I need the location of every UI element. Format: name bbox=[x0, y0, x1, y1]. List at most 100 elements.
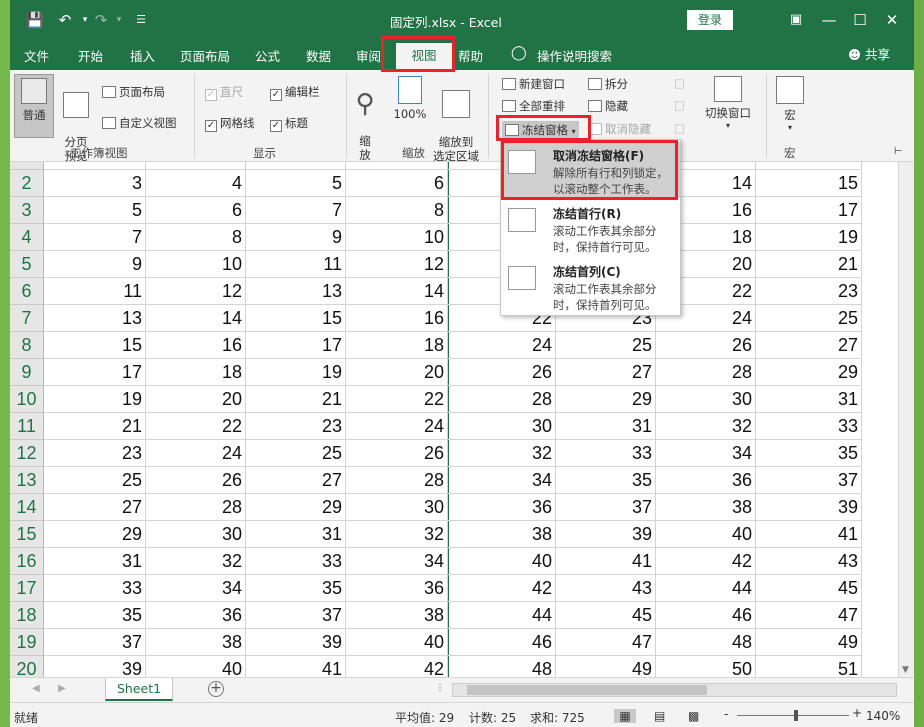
maximize-icon[interactable]: ☐ bbox=[846, 6, 874, 34]
grid-cell[interactable]: 33 bbox=[44, 575, 146, 602]
normal-view-status-icon[interactable]: ▦ bbox=[614, 709, 636, 723]
grid-cell[interactable]: 20 bbox=[146, 386, 246, 413]
grid-cell[interactable]: 13 bbox=[44, 305, 146, 332]
new-window-button[interactable]: 新建窗口 bbox=[502, 76, 565, 92]
page-layout-status-icon[interactable]: ▤ bbox=[654, 709, 665, 723]
split-button[interactable]: 拆分 bbox=[588, 76, 628, 92]
scroll-down-icon[interactable]: ▼ bbox=[902, 665, 909, 675]
grid-cell[interactable]: 43 bbox=[756, 548, 862, 575]
grid-cell[interactable]: 19 bbox=[756, 224, 862, 251]
grid-cell[interactable]: 46 bbox=[656, 602, 756, 629]
grid-cell[interactable]: 35 bbox=[556, 467, 656, 494]
grid-cell[interactable]: 49 bbox=[756, 629, 862, 656]
ribbon-display-icon[interactable]: ▣ bbox=[782, 6, 810, 34]
grid-cell[interactable]: 24 bbox=[448, 332, 556, 359]
grid-cell[interactable]: 34 bbox=[146, 575, 246, 602]
grid-cell[interactable]: 9 bbox=[44, 251, 146, 278]
scroll-right-icon[interactable]: ▶ bbox=[58, 683, 66, 694]
grid-cell[interactable]: 34 bbox=[656, 440, 756, 467]
zoom-slider-thumb[interactable] bbox=[794, 710, 798, 721]
grid-cell[interactable]: 46 bbox=[448, 629, 556, 656]
customize-qat-icon[interactable]: ☰ bbox=[130, 9, 152, 31]
grid-cell[interactable]: 16 bbox=[146, 332, 246, 359]
grid-cell[interactable]: 23 bbox=[44, 440, 146, 467]
grid-cell[interactable]: 19 bbox=[246, 359, 346, 386]
grid-cell[interactable]: 36 bbox=[656, 467, 756, 494]
grid-cell[interactable]: 29 bbox=[246, 494, 346, 521]
grid-cell[interactable]: 23 bbox=[756, 278, 862, 305]
macros-button[interactable]: 宏 ▾ bbox=[772, 76, 808, 132]
grid-cell[interactable]: 8 bbox=[146, 224, 246, 251]
grid-cell[interactable]: 34 bbox=[448, 467, 556, 494]
zoom-out-button[interactable]: - bbox=[724, 707, 728, 721]
grid-cell[interactable]: 9 bbox=[246, 224, 346, 251]
grid-cell[interactable]: 35 bbox=[756, 440, 862, 467]
grid-cell[interactable]: 34 bbox=[346, 548, 448, 575]
menu-item-freeze-first-column[interactable]: 冻结首列(C) 滚动工作表其余部分时，保持首列可见。 bbox=[501, 258, 680, 314]
grid-cell[interactable]: 19 bbox=[44, 386, 146, 413]
grid-cell[interactable]: 27 bbox=[756, 332, 862, 359]
grid-cell[interactable]: 30 bbox=[448, 413, 556, 440]
grid-cell[interactable]: 47 bbox=[556, 629, 656, 656]
close-icon[interactable]: ✕ bbox=[878, 6, 906, 34]
grid-cell[interactable]: 28 bbox=[346, 467, 448, 494]
hide-button[interactable]: 隐藏 bbox=[588, 98, 628, 114]
grid-cell[interactable]: 13 bbox=[756, 162, 862, 170]
grid-cell[interactable]: 23 bbox=[246, 413, 346, 440]
row-header[interactable]: 8 bbox=[10, 332, 44, 359]
synchronous-scrolling-icon[interactable]: □ bbox=[674, 98, 685, 112]
grid-cell[interactable]: 35 bbox=[246, 575, 346, 602]
tab-insert[interactable]: 插入 bbox=[130, 46, 155, 65]
grid-cell[interactable]: 40 bbox=[146, 656, 246, 677]
grid-cell[interactable]: 15 bbox=[246, 305, 346, 332]
grid-cell[interactable]: 28 bbox=[146, 494, 246, 521]
tab-review[interactable]: 审阅 bbox=[356, 46, 381, 65]
grid-cell[interactable]: 17 bbox=[756, 197, 862, 224]
grid-cell[interactable]: 28 bbox=[448, 386, 556, 413]
horizontal-scroll-thumb[interactable] bbox=[467, 685, 707, 695]
grid-cell[interactable]: 32 bbox=[656, 413, 756, 440]
grid-cell[interactable]: 27 bbox=[246, 467, 346, 494]
grid-cell[interactable]: 32 bbox=[346, 521, 448, 548]
vertical-scrollbar[interactable]: ▼ bbox=[898, 162, 914, 677]
grid-cell[interactable]: 33 bbox=[756, 413, 862, 440]
grid-cell[interactable]: 26 bbox=[448, 359, 556, 386]
grid-cell[interactable]: 38 bbox=[656, 494, 756, 521]
grid-cell[interactable]: 32 bbox=[146, 548, 246, 575]
grid-cell[interactable]: 50 bbox=[656, 656, 756, 677]
view-side-by-side-icon[interactable]: □ bbox=[674, 76, 685, 90]
grid-cell[interactable]: 32 bbox=[448, 440, 556, 467]
scroll-left-icon[interactable]: ◀ bbox=[32, 683, 40, 694]
grid-cell[interactable]: 40 bbox=[346, 629, 448, 656]
tab-formulas[interactable]: 公式 bbox=[255, 46, 280, 65]
grid-cell[interactable]: 39 bbox=[556, 521, 656, 548]
row-header[interactable]: 18 bbox=[10, 602, 44, 629]
grid-cell[interactable]: 44 bbox=[448, 602, 556, 629]
grid-cell[interactable]: 41 bbox=[756, 521, 862, 548]
tab-page-layout[interactable]: 页面布局 bbox=[180, 46, 230, 65]
row-header[interactable]: 13 bbox=[10, 467, 44, 494]
zoom-button[interactable]: ⚲ 缩 放 bbox=[350, 74, 380, 162]
grid-cell[interactable]: 45 bbox=[556, 602, 656, 629]
grid-cell[interactable]: 18 bbox=[146, 359, 246, 386]
grid-cell[interactable]: 36 bbox=[146, 602, 246, 629]
grid-cell[interactable]: 30 bbox=[656, 386, 756, 413]
grid-cell[interactable]: 43 bbox=[556, 575, 656, 602]
formula-bar-checkbox[interactable]: ✓ 编辑栏 bbox=[270, 84, 320, 101]
grid-cell[interactable]: 7 bbox=[44, 224, 146, 251]
grid-cell[interactable]: 45 bbox=[756, 575, 862, 602]
page-layout-button[interactable]: 页面布局 bbox=[102, 84, 165, 100]
ruler-checkbox[interactable]: ✓ 直尺 bbox=[205, 84, 243, 101]
grid-cell[interactable]: 21 bbox=[756, 251, 862, 278]
grid-cell[interactable]: 47 bbox=[756, 602, 862, 629]
grid-cell[interactable]: 25 bbox=[556, 332, 656, 359]
grid-cell[interactable]: 25 bbox=[756, 305, 862, 332]
grid-cell[interactable]: 29 bbox=[556, 386, 656, 413]
more-options-icon[interactable]: ⋮ bbox=[435, 683, 445, 694]
switch-windows-button[interactable]: 切换窗口 ▾ bbox=[700, 76, 756, 130]
headings-checkbox[interactable]: ✓ 标题 bbox=[270, 115, 308, 132]
grid-cell[interactable]: 51 bbox=[756, 656, 862, 677]
grid-cell[interactable]: 20 bbox=[346, 359, 448, 386]
grid-cell[interactable]: 30 bbox=[146, 521, 246, 548]
grid-cell[interactable]: 26 bbox=[346, 440, 448, 467]
